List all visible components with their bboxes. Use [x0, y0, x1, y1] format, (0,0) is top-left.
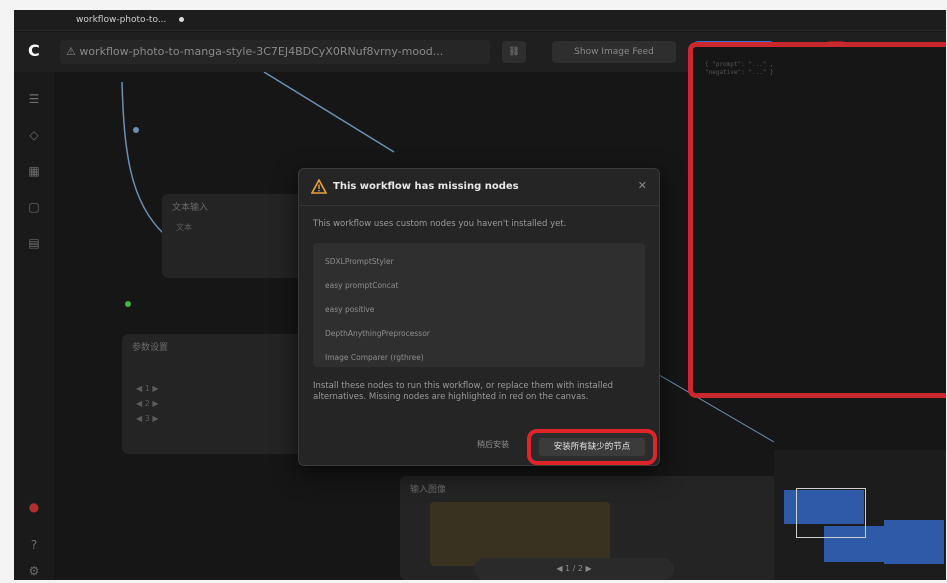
help-icon[interactable]: ? — [27, 538, 41, 552]
node-widget[interactable]: ◀ 2 ▶ — [122, 396, 322, 411]
link-wire-1 — [121, 81, 165, 235]
workflow-title-field[interactable]: ⚠ workflow-photo-to-manga-style-3C7EJ4BD… — [60, 40, 490, 64]
workflow-title-text: workflow-photo-to-manga-style-3C7EJ4BDCy… — [79, 45, 444, 58]
node-json-preview: { "prompt": "..." , "negative": "..." } — [705, 61, 774, 76]
node-library-icon[interactable]: ◇ — [27, 128, 41, 142]
show-image-feed-button[interactable]: Show Image Feed — [552, 41, 676, 63]
left-sidebar: ☰ ◇ ▦ ▢ ▤ ● ? ⚙ — [14, 72, 54, 580]
missing-nodes-list: SDXLPromptStyler easy promptConcat easy … — [313, 243, 645, 367]
missing-nodes-dialog: This workflow has missing nodes ✕ This w… — [298, 168, 660, 466]
node-widget[interactable]: ◀ 3 ▶ — [122, 411, 322, 426]
image-pager[interactable]: ◀ 1 / 2 ▶ — [474, 558, 674, 580]
settings-icon[interactable]: ⚙ — [27, 564, 41, 578]
comfy-logo-icon[interactable]: C — [28, 42, 46, 60]
tab-workflow[interactable]: workflow-photo-to... — [76, 12, 185, 28]
dialog-header: This workflow has missing nodes ✕ — [299, 169, 659, 206]
minimap-block — [884, 520, 944, 564]
warning-icon — [311, 179, 327, 194]
output-dot — [125, 301, 131, 307]
install-missing-nodes-button[interactable]: 安装所有缺少的节点 — [539, 438, 645, 456]
minimap[interactable] — [774, 450, 946, 580]
link-icon[interactable]: ⛓ — [502, 41, 526, 63]
node-title: 参数设置 — [132, 343, 169, 353]
list-item: DepthAnythingPreprocessor — [325, 329, 430, 338]
list-item: SDXLPromptStyler — [325, 257, 394, 266]
tab-label: workflow-photo-to... — [76, 15, 167, 25]
close-icon[interactable]: ✕ — [638, 179, 647, 192]
templates-icon[interactable]: ▤ — [27, 236, 41, 250]
unsaved-dot-icon — [179, 17, 185, 22]
node-widget[interactable]: ◀ 1 ▶ — [122, 381, 322, 396]
link-wire-2 — [263, 72, 395, 153]
list-item: easy promptConcat — [325, 281, 399, 290]
link-reroute-dot — [133, 127, 139, 133]
list-item: Image Comparer (rgthree) — [325, 353, 424, 362]
missing-node-highlight[interactable]: { "prompt": "..." , "negative": "..." } — [688, 42, 946, 398]
dialog-description: This workflow uses custom nodes you have… — [313, 219, 567, 229]
install-later-button[interactable]: 稍后安装 — [477, 439, 509, 450]
dialog-title: This workflow has missing nodes — [333, 181, 519, 192]
install-highlight-ring: 安装所有缺少的节点 — [527, 429, 657, 465]
workflows-icon[interactable]: ▢ — [27, 200, 41, 214]
node-title: 输入图像 — [410, 485, 447, 495]
model-library-icon[interactable]: ▦ — [27, 164, 41, 178]
dialog-note: Install these nodes to run this workflow… — [313, 381, 614, 402]
tab-strip: workflow-photo-to... — [14, 10, 946, 31]
image-preview — [430, 502, 610, 566]
queue-icon[interactable]: ☰ — [27, 92, 41, 106]
list-item: easy positive — [325, 305, 375, 314]
show-image-feed-label: Show Image Feed — [574, 47, 654, 57]
warning-icon: ⚠ — [66, 45, 76, 58]
node-parameters[interactable]: 参数设置 ◀ 1 ▶ ◀ 2 ▶ ◀ 3 ▶ — [122, 334, 322, 454]
error-icon[interactable]: ● — [27, 500, 41, 514]
minimap-viewport[interactable] — [796, 488, 866, 538]
